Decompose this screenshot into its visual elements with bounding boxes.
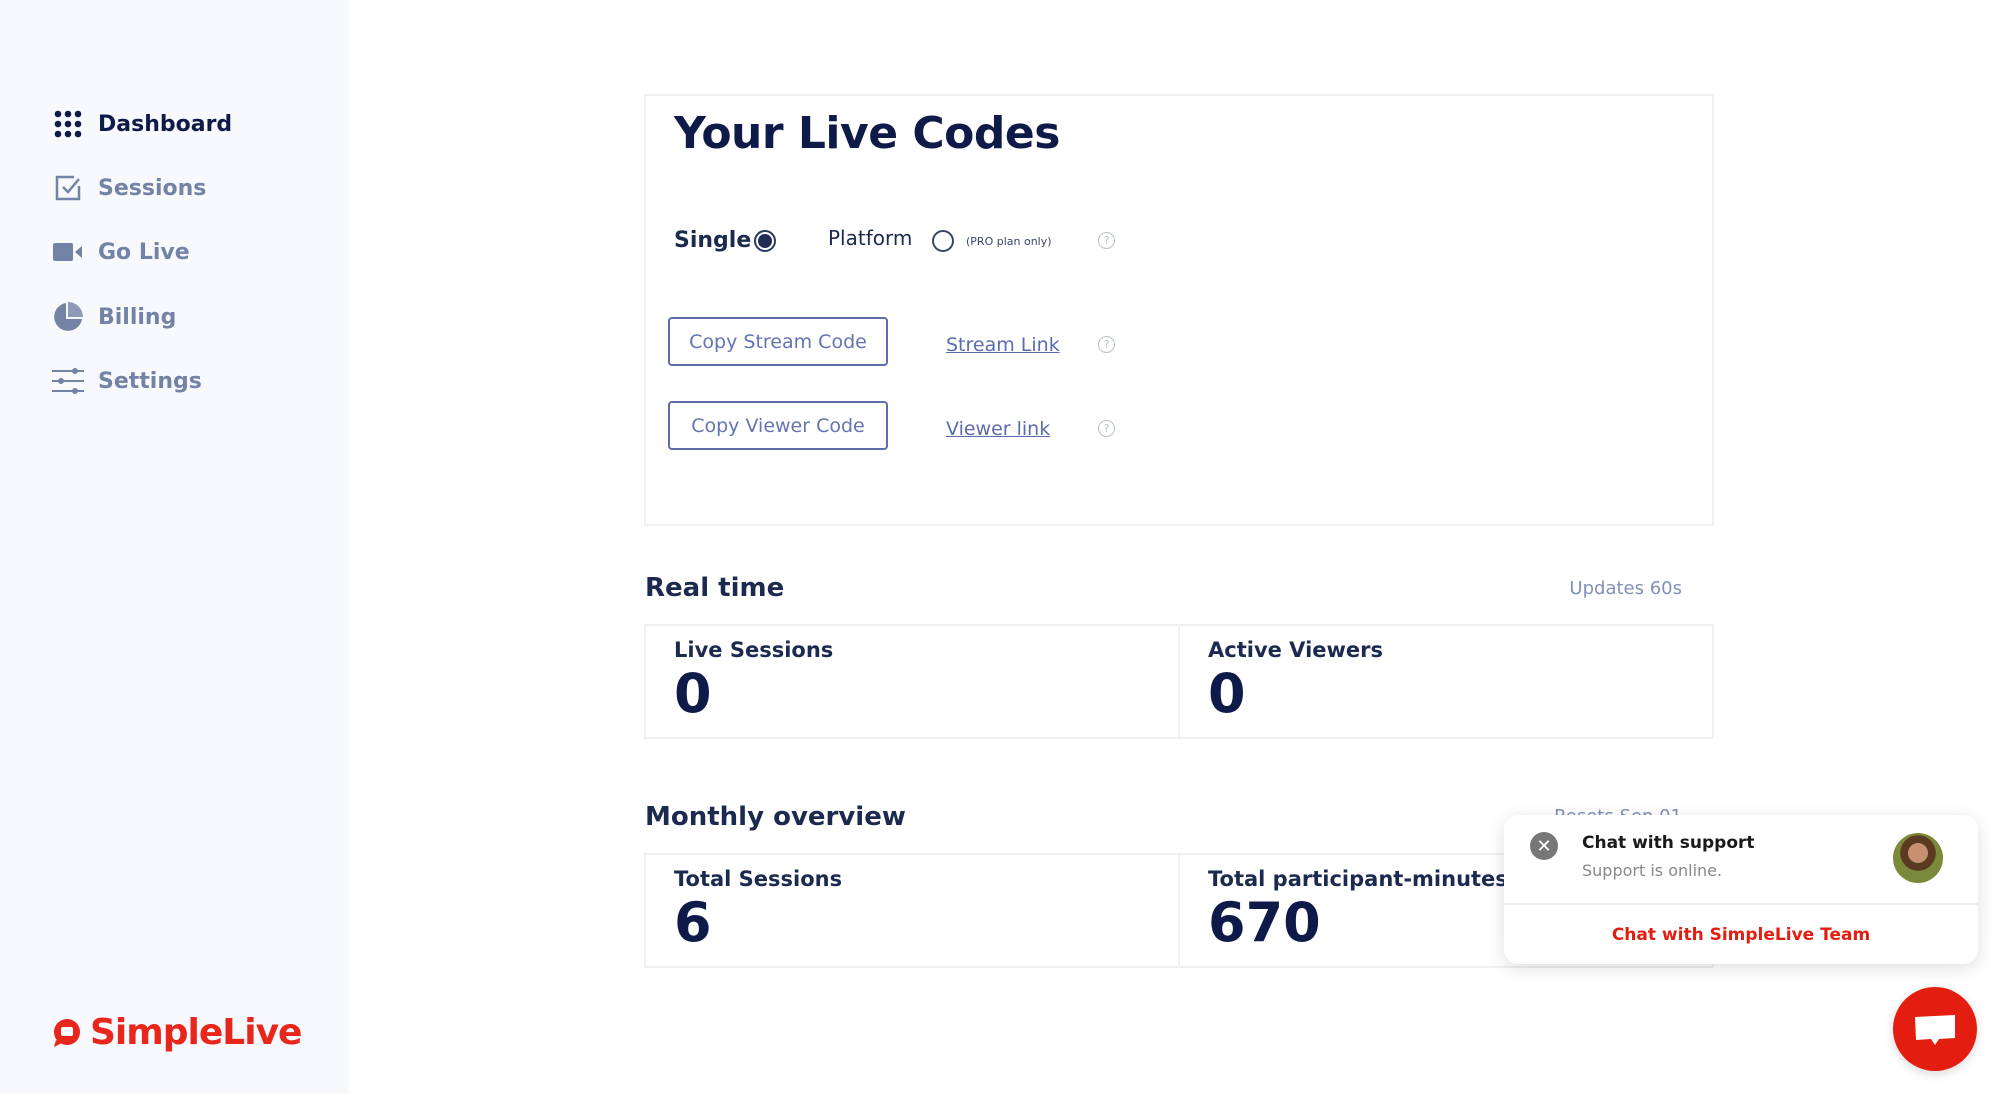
help-icon[interactable]: ? <box>1098 232 1115 249</box>
chat-popup: ✕ Chat with support Support is online. C… <box>1504 815 1978 964</box>
sidebar-item-dashboard[interactable]: Dashboard <box>52 108 232 140</box>
sidebar-item-label: Settings <box>98 368 202 394</box>
help-icon[interactable]: ? <box>1098 336 1115 353</box>
copy-stream-code-button[interactable]: Copy Stream Code <box>668 317 888 366</box>
chat-launcher-button[interactable] <box>1893 987 1977 1071</box>
copy-viewer-code-button[interactable]: Copy Viewer Code <box>668 401 888 450</box>
avatar <box>1893 833 1943 883</box>
viewer-link[interactable]: Viewer link <box>946 418 1050 440</box>
video-camera-icon <box>52 236 84 268</box>
sidebar-item-billing[interactable]: Billing <box>52 301 176 333</box>
chat-with-team-button[interactable]: Chat with SimpleLive Team <box>1504 905 1978 964</box>
sidebar-item-label: Go Live <box>98 239 190 265</box>
simplelive-logo[interactable]: SimpleLive <box>52 1012 302 1053</box>
sidebar-item-sessions[interactable]: Sessions <box>52 172 206 204</box>
stat-live-sessions: Live Sessions 0 <box>674 638 834 725</box>
chat-bubble-icon <box>1915 1015 1955 1045</box>
help-icon[interactable]: ? <box>1098 420 1115 437</box>
platform-radio[interactable] <box>932 230 954 252</box>
chat-status: Support is online. <box>1582 861 1723 880</box>
realtime-stats: Live Sessions 0 Active Viewers 0 <box>644 624 1714 739</box>
sidebar-item-go-live[interactable]: Go Live <box>52 236 190 268</box>
grid-icon <box>52 108 84 140</box>
sidebar-item-label: Sessions <box>98 175 207 201</box>
single-label: Single <box>674 228 752 253</box>
single-radio[interactable] <box>754 230 776 252</box>
checkbox-icon <box>52 172 84 204</box>
stat-total-sessions: Total Sessions 6 <box>674 867 843 954</box>
live-codes-card: Your Live Codes Single Platform (PRO pla… <box>644 94 1714 526</box>
monthly-heading: Monthly overview <box>645 802 906 832</box>
close-icon[interactable]: ✕ <box>1530 832 1558 860</box>
stream-link[interactable]: Stream Link <box>946 334 1060 356</box>
platform-label: Platform <box>828 226 913 250</box>
stat-active-viewers: Active Viewers 0 <box>1178 626 1712 737</box>
pie-chart-icon <box>52 301 84 333</box>
logo-chat-icon <box>54 1018 80 1047</box>
pro-plan-note: (PRO plan only) <box>966 235 1052 248</box>
page-title: Your Live Codes <box>674 108 1060 159</box>
chat-title: Chat with support <box>1582 833 1755 853</box>
sidebar-item-settings[interactable]: Settings <box>52 365 202 397</box>
sliders-icon <box>52 365 84 397</box>
realtime-heading: Real time <box>645 573 785 603</box>
sidebar-item-label: Billing <box>98 304 177 330</box>
sidebar: Dashboard Sessions Go Live Billing Setti… <box>0 0 349 1094</box>
updates-note: Updates 60s <box>1569 578 1682 599</box>
sidebar-item-label: Dashboard <box>98 111 233 137</box>
